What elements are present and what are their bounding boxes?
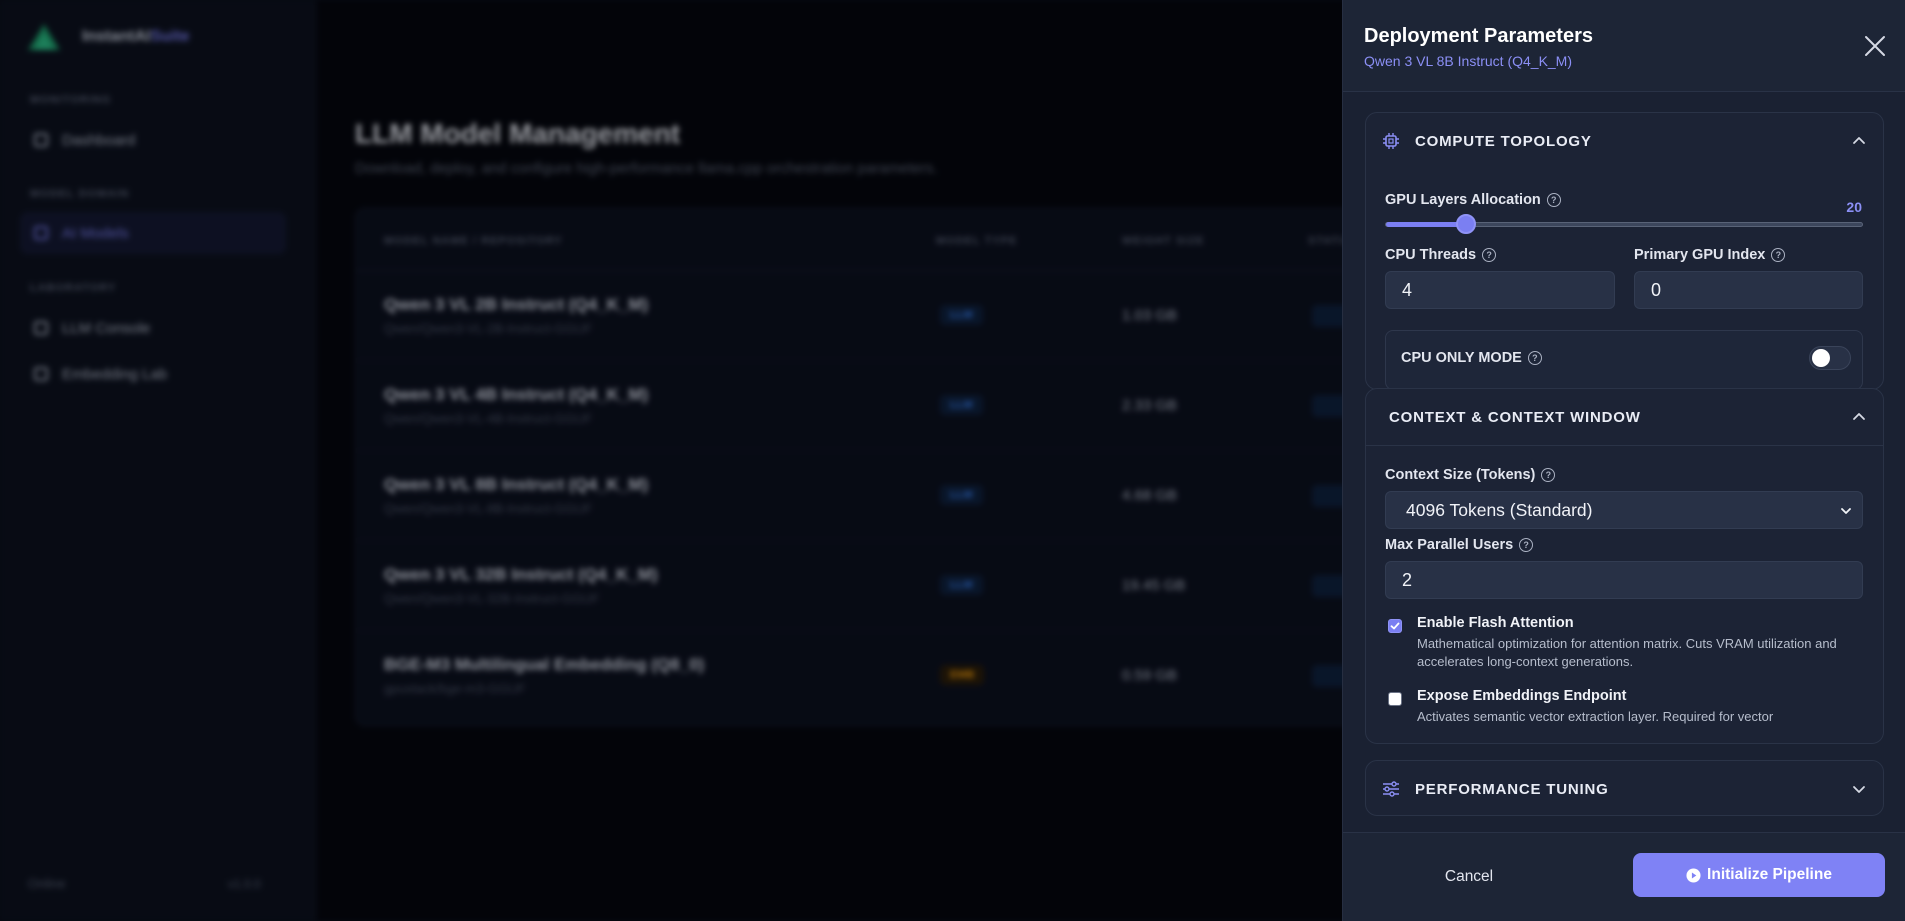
panel-body[interactable]: COMPUTE TOPOLOGY GPU Layers Allocation ?… — [1343, 92, 1905, 832]
section-title: PERFORMANCE TUNING — [1415, 780, 1609, 798]
context-header[interactable]: CONTEXT & CONTEXT WINDOW — [1366, 389, 1883, 445]
cancel-button[interactable]: Cancel — [1409, 855, 1529, 899]
deployment-panel: Deployment Parameters Qwen 3 VL 8B Instr… — [1342, 0, 1905, 921]
slider-thumb[interactable] — [1456, 214, 1476, 234]
flash-attention-title: Enable Flash Attention — [1417, 615, 1574, 631]
help-icon[interactable]: ? — [1519, 538, 1534, 552]
performance-tuning-section: PERFORMANCE TUNING — [1365, 760, 1884, 816]
compute-topology-header[interactable]: COMPUTE TOPOLOGY — [1366, 113, 1883, 169]
embeddings-endpoint-checkbox[interactable] — [1388, 692, 1402, 706]
panel-footer: Cancel Initialize Pipeline — [1343, 832, 1905, 921]
chevron-up-icon — [1853, 413, 1865, 420]
section-title: COMPUTE TOPOLOGY — [1415, 132, 1592, 150]
help-icon[interactable]: ? — [1771, 248, 1786, 262]
panel-subtitle: Qwen 3 VL 8B Instruct (Q4_K_M) — [1364, 53, 1573, 69]
embeddings-endpoint-title: Expose Embeddings Endpoint — [1417, 688, 1627, 704]
cpu-only-label: CPU ONLY MODE ? — [1401, 350, 1542, 366]
compute-topology-section: COMPUTE TOPOLOGY GPU Layers Allocation ?… — [1365, 112, 1884, 390]
gpu-index-label: Primary GPU Index ? — [1634, 247, 1786, 263]
play-circle-icon — [1686, 867, 1701, 883]
cpu-threads-input[interactable]: 4 — [1385, 271, 1615, 309]
help-icon[interactable]: ? — [1482, 248, 1497, 262]
app-stage: InstantAISuite MONITORING Dashboard MODE… — [0, 0, 1905, 921]
divider — [1366, 445, 1883, 446]
context-section: CONTEXT & CONTEXT WINDOW Context Size (T… — [1365, 388, 1884, 744]
chevron-down-icon — [1853, 786, 1865, 793]
panel-header: Deployment Parameters Qwen 3 VL 8B Instr… — [1343, 0, 1905, 92]
context-size-label: Context Size (Tokens) ? — [1385, 467, 1556, 483]
embeddings-endpoint-description: Activates semantic vector extraction lay… — [1417, 709, 1774, 724]
section-title: CONTEXT & CONTEXT WINDOW — [1389, 408, 1641, 426]
cpu-only-card: CPU ONLY MODE ? — [1385, 330, 1863, 389]
gpu-layers-label: GPU Layers Allocation ? — [1385, 192, 1561, 208]
slider-fill — [1386, 222, 1467, 227]
checkmark-icon — [1390, 622, 1400, 630]
sliders-icon — [1381, 779, 1401, 799]
help-icon[interactable]: ? — [1541, 468, 1556, 482]
help-icon[interactable]: ? — [1527, 351, 1542, 365]
parallel-users-label: Max Parallel Users ? — [1385, 537, 1534, 553]
flash-attention-description: Mathematical optimization for attention … — [1417, 636, 1837, 669]
flash-attention-checkbox[interactable] — [1388, 619, 1402, 633]
help-icon[interactable]: ? — [1546, 193, 1561, 207]
gpu-layers-value: 20 — [1846, 199, 1862, 215]
chevron-down-icon — [1841, 508, 1851, 514]
performance-tuning-header[interactable]: PERFORMANCE TUNING — [1366, 761, 1883, 815]
cpu-chip-icon — [1381, 131, 1401, 151]
panel-title: Deployment Parameters — [1364, 25, 1593, 47]
gpu-index-input[interactable]: 0 — [1634, 271, 1863, 309]
parallel-users-input[interactable]: 2 — [1385, 561, 1863, 599]
cpu-only-toggle[interactable] — [1809, 346, 1851, 370]
chevron-up-icon — [1853, 137, 1865, 144]
cpu-threads-label: CPU Threads ? — [1385, 247, 1497, 263]
toggle-knob — [1812, 349, 1830, 367]
context-size-select[interactable]: 4096 Tokens (Standard) — [1385, 491, 1863, 529]
close-icon — [1865, 36, 1885, 56]
initialize-pipeline-button[interactable]: Initialize Pipeline — [1633, 853, 1885, 897]
close-button[interactable] — [1859, 30, 1891, 62]
